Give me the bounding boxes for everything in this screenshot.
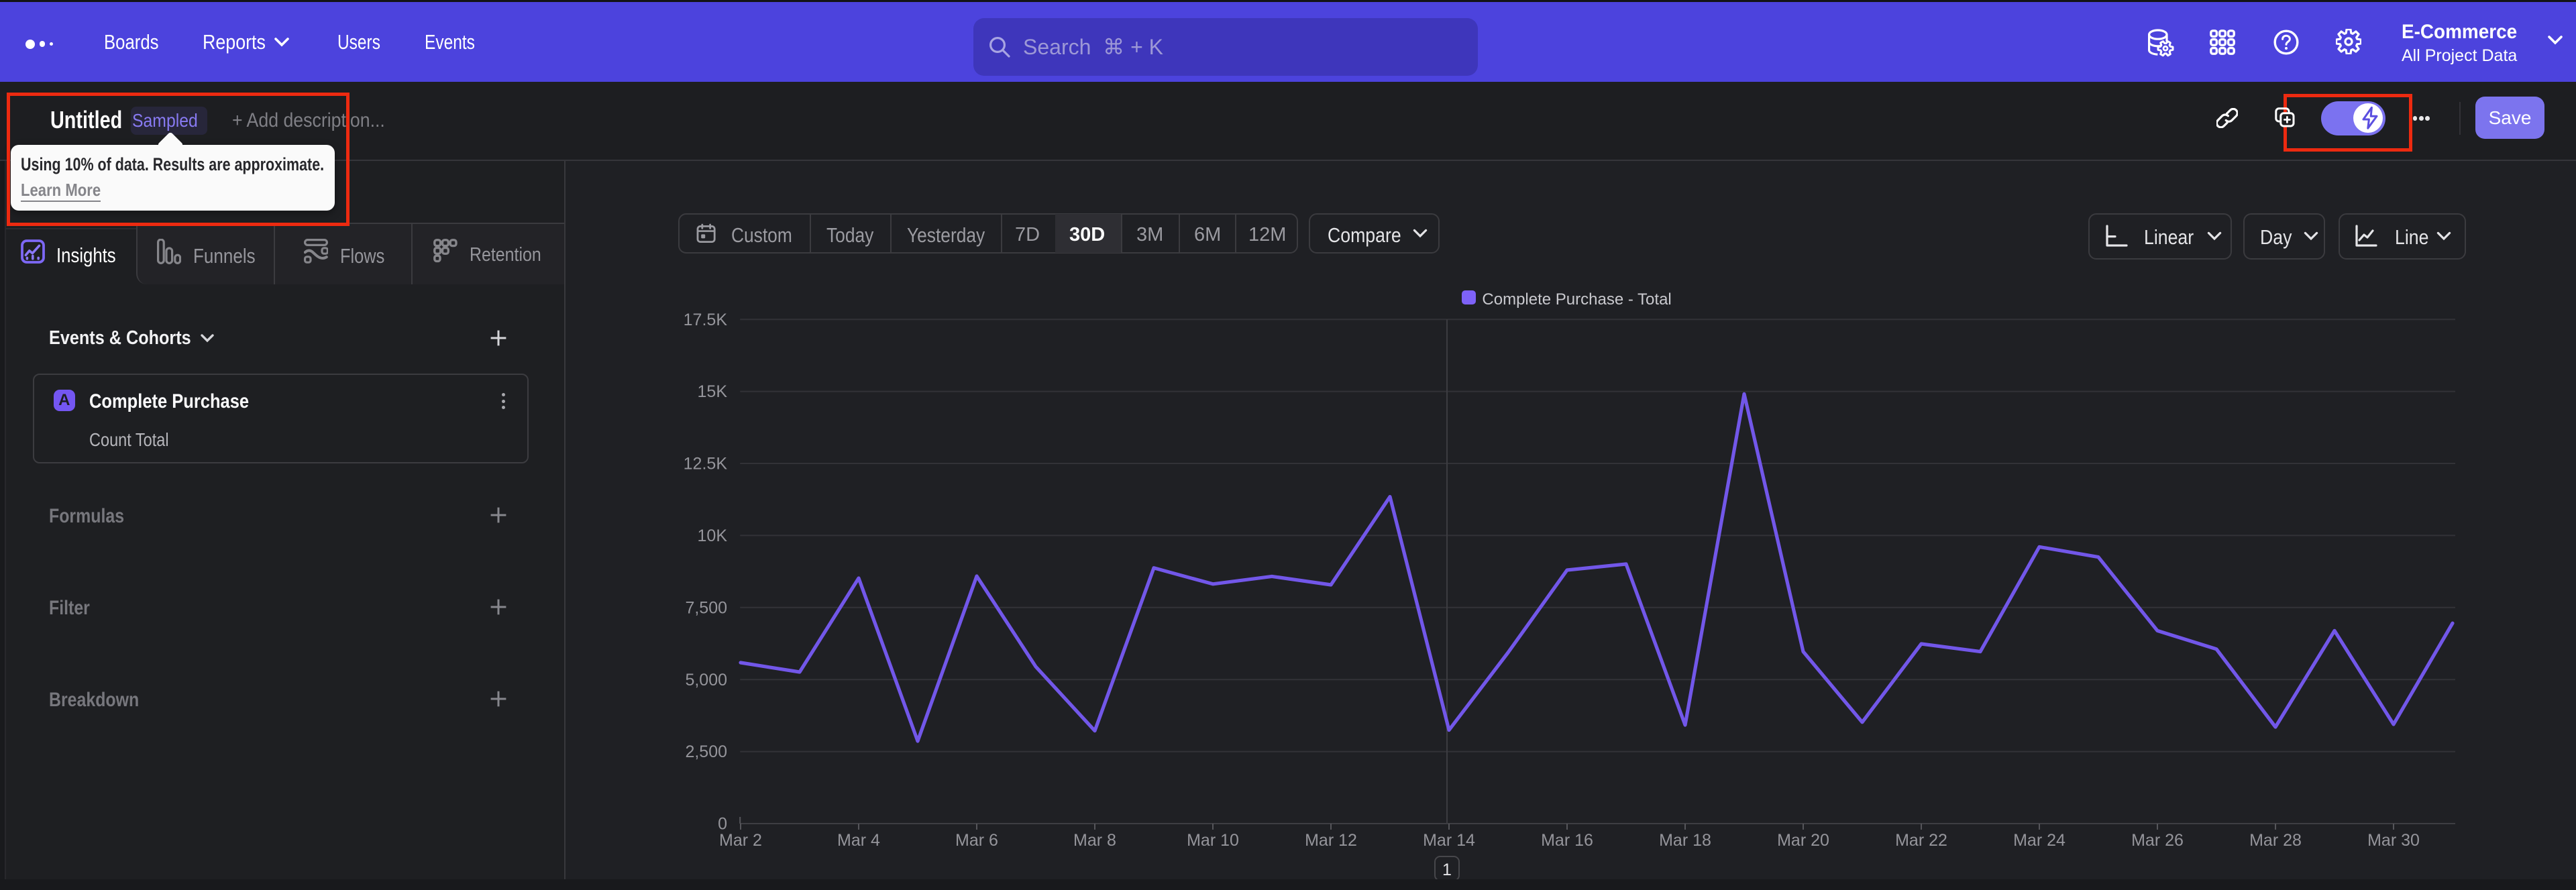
svg-text:2,500: 2,500 bbox=[685, 742, 727, 761]
svg-text:Mar 16: Mar 16 bbox=[1541, 831, 1593, 850]
svg-text:7,500: 7,500 bbox=[685, 598, 727, 617]
svg-text:Mar 22: Mar 22 bbox=[1895, 831, 1947, 850]
svg-text:Mar 30: Mar 30 bbox=[2367, 831, 2420, 850]
svg-text:Mar 18: Mar 18 bbox=[1659, 831, 1711, 850]
svg-text:17.5K: 17.5K bbox=[684, 311, 728, 329]
svg-text:Mar 2: Mar 2 bbox=[719, 831, 762, 850]
svg-text:Mar 28: Mar 28 bbox=[2249, 831, 2302, 850]
svg-text:Mar 8: Mar 8 bbox=[1073, 831, 1116, 850]
svg-text:10K: 10K bbox=[698, 526, 728, 545]
svg-text:12.5K: 12.5K bbox=[684, 455, 728, 474]
svg-text:Mar 24: Mar 24 bbox=[2013, 831, 2065, 850]
svg-text:Mar 26: Mar 26 bbox=[2131, 831, 2184, 850]
svg-text:Mar 20: Mar 20 bbox=[1777, 831, 1829, 850]
svg-text:15K: 15K bbox=[698, 382, 728, 401]
svg-text:Mar 4: Mar 4 bbox=[837, 831, 880, 850]
svg-text:5,000: 5,000 bbox=[685, 671, 727, 689]
svg-text:Mar 12: Mar 12 bbox=[1305, 831, 1357, 850]
svg-text:Mar 14: Mar 14 bbox=[1423, 831, 1475, 850]
svg-text:Mar 10: Mar 10 bbox=[1187, 831, 1239, 850]
svg-text:Mar 6: Mar 6 bbox=[955, 831, 998, 850]
